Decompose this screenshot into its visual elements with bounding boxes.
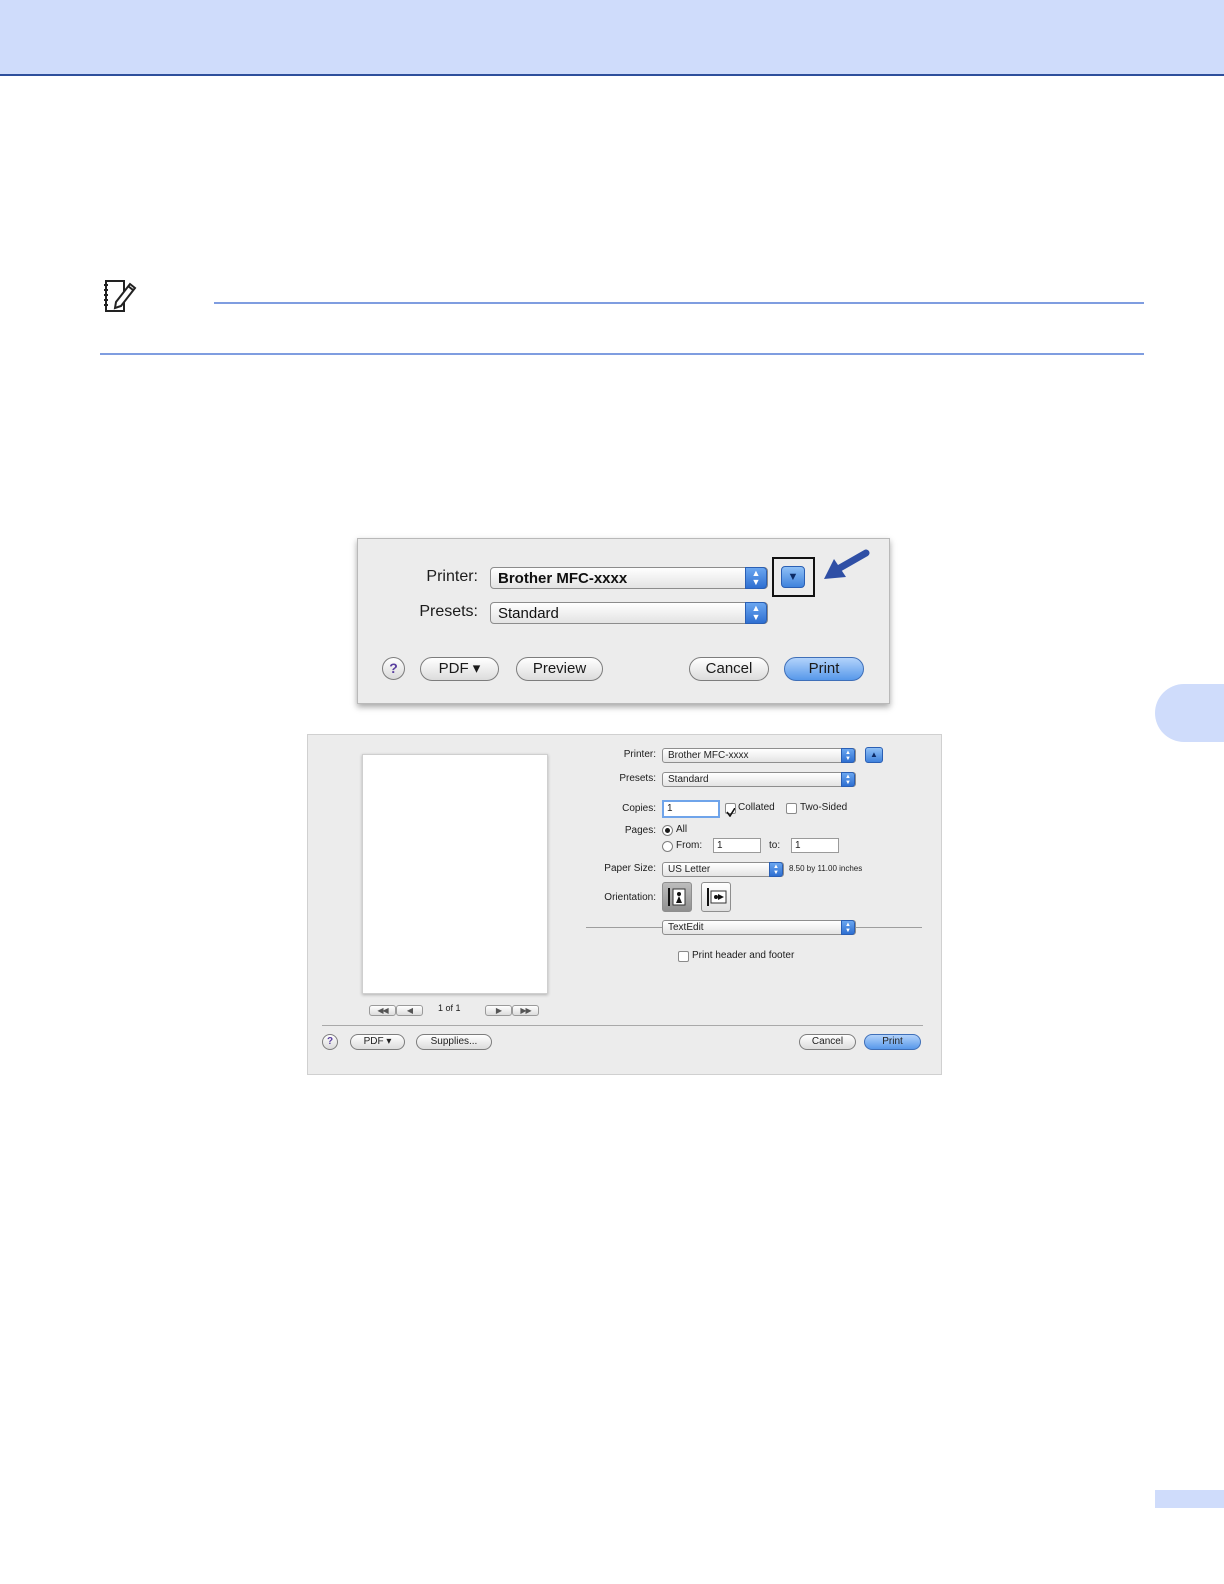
paper-size-dimensions: 8.50 by 11.00 inches bbox=[789, 864, 863, 873]
first-page-button[interactable]: ◀◀ bbox=[369, 1005, 396, 1016]
all-label: All bbox=[676, 824, 688, 835]
printer-popup[interactable]: Brother MFC-xxxx ▲ ▼ bbox=[662, 748, 856, 763]
from-field[interactable]: 1 bbox=[713, 838, 761, 853]
preview-button[interactable]: Preview bbox=[516, 657, 603, 681]
paper-size-popup[interactable]: US Letter ▲ ▼ bbox=[662, 862, 784, 877]
last-page-button[interactable]: ▶▶ bbox=[512, 1005, 539, 1016]
presets-label: Presets: bbox=[419, 603, 478, 620]
two-sided-checkbox[interactable] bbox=[786, 803, 797, 814]
section-popup[interactable]: TextEdit ▲ ▼ bbox=[662, 920, 856, 935]
help-button[interactable]: ? bbox=[382, 657, 405, 680]
stepper-icon: ▲ ▼ bbox=[841, 748, 855, 763]
header-footer-label: Print header and footer bbox=[692, 950, 795, 961]
presets-value: Standard bbox=[668, 774, 709, 785]
page-header-band bbox=[0, 0, 1224, 76]
presets-value: Standard bbox=[498, 605, 559, 622]
orientation-label: Orientation: bbox=[604, 892, 656, 903]
paper-size-value: US Letter bbox=[668, 864, 711, 875]
note-top-rule bbox=[214, 302, 1144, 304]
stepper-icon: ▲ ▼ bbox=[841, 772, 855, 787]
disclosure-up-icon[interactable]: ▲ bbox=[865, 747, 883, 763]
landscape-icon bbox=[707, 888, 727, 906]
copies-label: Copies: bbox=[622, 803, 656, 814]
collated-label: Collated bbox=[738, 802, 775, 813]
portrait-icon bbox=[668, 888, 686, 906]
page-preview bbox=[362, 754, 548, 994]
printer-value: Brother MFC-xxxx bbox=[668, 750, 749, 761]
section-popup-value: TextEdit bbox=[668, 922, 704, 933]
cancel-button[interactable]: Cancel bbox=[689, 657, 769, 681]
supplies-button[interactable]: Supplies... bbox=[416, 1034, 492, 1050]
pointer-arrow-icon bbox=[824, 549, 870, 579]
presets-popup[interactable]: Standard ▲ ▼ bbox=[490, 602, 768, 624]
two-sided-label: Two-Sided bbox=[800, 802, 848, 813]
print-dialog-collapsed: Printer: Brother MFC-xxxx ▲ ▼ ▼ Presets: … bbox=[357, 538, 890, 704]
next-page-button[interactable]: ▶ bbox=[485, 1005, 512, 1016]
pages-from-radio[interactable] bbox=[662, 841, 673, 852]
prev-page-button[interactable]: ◀ bbox=[396, 1005, 423, 1016]
pdf-button[interactable]: PDF ▾ bbox=[350, 1034, 405, 1050]
print-button[interactable]: Print bbox=[784, 657, 864, 681]
paper-size-label: Paper Size: bbox=[604, 863, 656, 874]
pages-label: Pages: bbox=[624, 825, 656, 836]
cancel-button[interactable]: Cancel bbox=[799, 1034, 856, 1050]
presets-popup[interactable]: Standard ▲ ▼ bbox=[662, 772, 856, 787]
stepper-icon: ▲ ▼ bbox=[769, 862, 783, 877]
bottom-separator bbox=[322, 1025, 923, 1026]
stepper-icon: ▲ ▼ bbox=[745, 602, 767, 624]
printer-label: Printer: bbox=[426, 568, 478, 585]
printer-popup[interactable]: Brother MFC-xxxx ▲ ▼ bbox=[490, 567, 768, 589]
note-pencil-icon bbox=[102, 278, 138, 314]
separator-left bbox=[586, 927, 662, 928]
note-bottom-rule bbox=[100, 353, 1144, 355]
print-button[interactable]: Print bbox=[864, 1034, 921, 1050]
stepper-icon: ▲ ▼ bbox=[841, 920, 855, 935]
page-counter: 1 of 1 bbox=[438, 1003, 461, 1013]
pages-all-radio[interactable] bbox=[662, 825, 673, 836]
to-label: to: bbox=[769, 840, 781, 851]
help-button[interactable]: ? bbox=[322, 1034, 338, 1050]
chapter-side-tab bbox=[1155, 684, 1224, 742]
presets-label: Presets: bbox=[619, 773, 656, 784]
to-field[interactable]: 1 bbox=[791, 838, 839, 853]
portrait-orientation-button[interactable] bbox=[662, 882, 692, 912]
separator-right bbox=[856, 927, 922, 928]
from-label: From: bbox=[676, 840, 703, 851]
disclosure-down-icon[interactable]: ▼ bbox=[781, 566, 805, 588]
pdf-button[interactable]: PDF ▾ bbox=[420, 657, 499, 681]
printer-label: Printer: bbox=[623, 749, 656, 760]
page-number-tab bbox=[1155, 1490, 1224, 1508]
print-dialog-expanded: ◀◀ ◀ 1 of 1 ▶ ▶▶ Printer: Brother MFC-xx… bbox=[307, 734, 942, 1075]
landscape-orientation-button[interactable] bbox=[701, 882, 731, 912]
header-footer-checkbox[interactable] bbox=[678, 951, 689, 962]
radio-dot-icon bbox=[665, 828, 670, 833]
stepper-icon: ▲ ▼ bbox=[745, 567, 767, 589]
checkmark-icon bbox=[726, 807, 736, 818]
copies-field[interactable]: 1 bbox=[662, 800, 720, 818]
collated-checkbox[interactable] bbox=[725, 803, 736, 818]
printer-value: Brother MFC-xxxx bbox=[498, 570, 628, 587]
